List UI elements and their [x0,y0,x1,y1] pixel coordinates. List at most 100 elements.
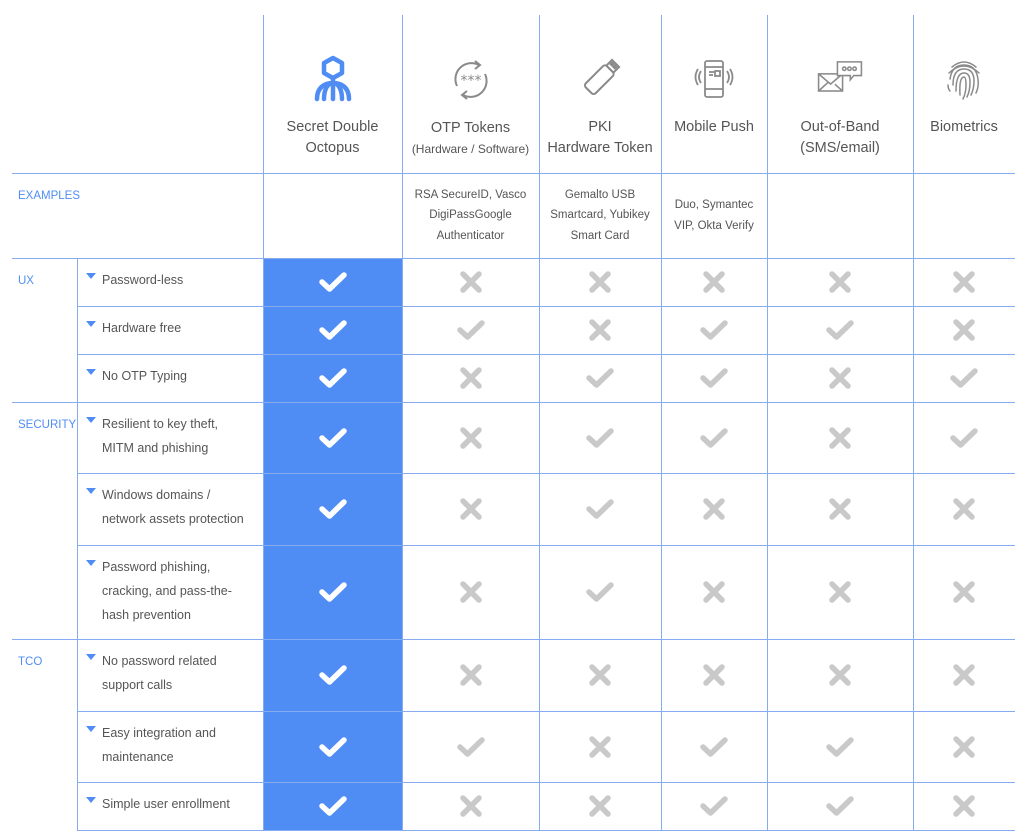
check-icon [539,473,661,545]
check-icon [263,782,402,830]
grid-line [12,173,1015,174]
column-header-sdo: Secret Double Octopus [263,15,402,173]
check-icon [661,711,767,782]
check-icon [539,354,661,402]
examples-line: Smart Card [570,229,630,242]
grid-line [77,258,78,830]
grid-line [12,639,1015,640]
grid-line [77,473,1015,474]
grid-line [12,258,1015,259]
column-title: Mobile Push [674,119,754,135]
check-icon [263,354,402,402]
check-icon [661,354,767,402]
triangle-down-icon [86,654,96,660]
category-label-tco: TCO [18,656,43,668]
check-icon [263,306,402,354]
grid-line [402,15,403,830]
cross-icon [913,258,1015,306]
feature-label: No OTP Typing [102,369,187,383]
feature-label: Easy integration and maintenance [102,726,216,764]
column-title-line2: Hardware Token [547,140,653,156]
check-icon [263,711,402,782]
triangle-down-icon [86,797,96,803]
check-icon [263,402,402,473]
column-title: Biometrics [930,119,998,135]
examples-label: EXAMPLES [18,190,80,202]
check-icon [913,354,1015,402]
column-header-oob: Out-of-Band (SMS/email) [767,15,913,173]
triangle-down-icon [86,369,96,375]
cross-icon [402,639,539,711]
cross-icon [402,782,539,830]
cross-icon [767,473,913,545]
check-icon [661,402,767,473]
cross-icon [539,782,661,830]
examples-text: RSA SecureID, Vasco DigiPassGoogle Authent… [415,185,527,247]
cross-icon [913,711,1015,782]
check-icon [661,782,767,830]
octopus-icon [309,55,357,103]
feature-label: No password related support calls [102,654,217,692]
feature-row-label: No OTP Typing [86,364,252,388]
usb-token-icon [576,55,624,103]
feature-label: Resilient to key theft, MITM and phishin… [102,417,219,455]
check-icon [402,711,539,782]
feature-label: Password phishing, cracking, and pass-th… [102,560,232,622]
grid-line [539,15,540,830]
cross-icon [913,473,1015,545]
examples-cell-pki: Gemalto USB Smartcard, Yubikey Smart Card [539,173,661,258]
cross-icon [767,402,913,473]
cross-icon [402,473,539,545]
check-icon [661,306,767,354]
check-icon [402,306,539,354]
cross-icon [913,545,1015,639]
feature-label: Hardware free [102,321,182,335]
feature-row-label: Windows domains / network assets protect… [86,483,252,531]
column-header-pki: PKI Hardware Token [539,15,661,173]
cross-icon [539,258,661,306]
examples-line: Gemalto USB [564,188,636,201]
examples-line: VIP, Okta Verify [674,219,754,232]
triangle-down-icon [86,560,96,566]
feature-row-label: No password related support calls [86,649,252,697]
column-title-line2: (SMS/email) [800,140,880,156]
cross-icon [767,354,913,402]
column-header-push: Mobile Push [661,15,767,173]
grid-line [767,15,768,830]
column-title-line2: Octopus [305,140,360,156]
check-icon [767,782,913,830]
category-label-security: SECURITY [18,419,77,431]
cross-icon [539,639,661,711]
envelope-chat-icon [816,55,864,103]
examples-line: Smartcard, Yubikey [550,209,650,222]
check-icon [539,402,661,473]
column-title: OTP Tokens [430,120,511,136]
grid-line [913,15,914,830]
examples-cell-push: Duo, Symantec VIP, Okta Verify [661,173,767,258]
check-icon [913,402,1015,473]
examples-cell-otp: RSA SecureID, Vasco DigiPassGoogle Authent… [402,173,539,258]
grid-line [263,15,264,830]
cross-icon [661,639,767,711]
examples-line: Authenticator [436,229,505,242]
feature-row-label: Easy integration and maintenance [86,721,252,769]
check-icon [263,639,402,711]
cross-icon [767,639,913,711]
examples-line: DigiPassGoogle [429,209,512,222]
triangle-down-icon [86,273,96,279]
feature-row-label: Password-less [86,268,252,292]
feature-row-label: Password phishing, cracking, and pass-th… [86,555,252,627]
cross-icon [402,402,539,473]
check-icon [263,545,402,639]
triangle-down-icon [86,726,96,732]
grid-line [77,711,1015,712]
cross-icon [661,258,767,306]
cross-icon [539,711,661,782]
feature-row-label: Hardware free [86,316,252,340]
column-header-bio: Biometrics [913,15,1015,173]
triangle-down-icon [86,417,96,423]
grid-line [77,306,1015,307]
examples-cell-bio [913,173,1015,258]
grid-line [77,354,1015,355]
cross-icon [402,258,539,306]
